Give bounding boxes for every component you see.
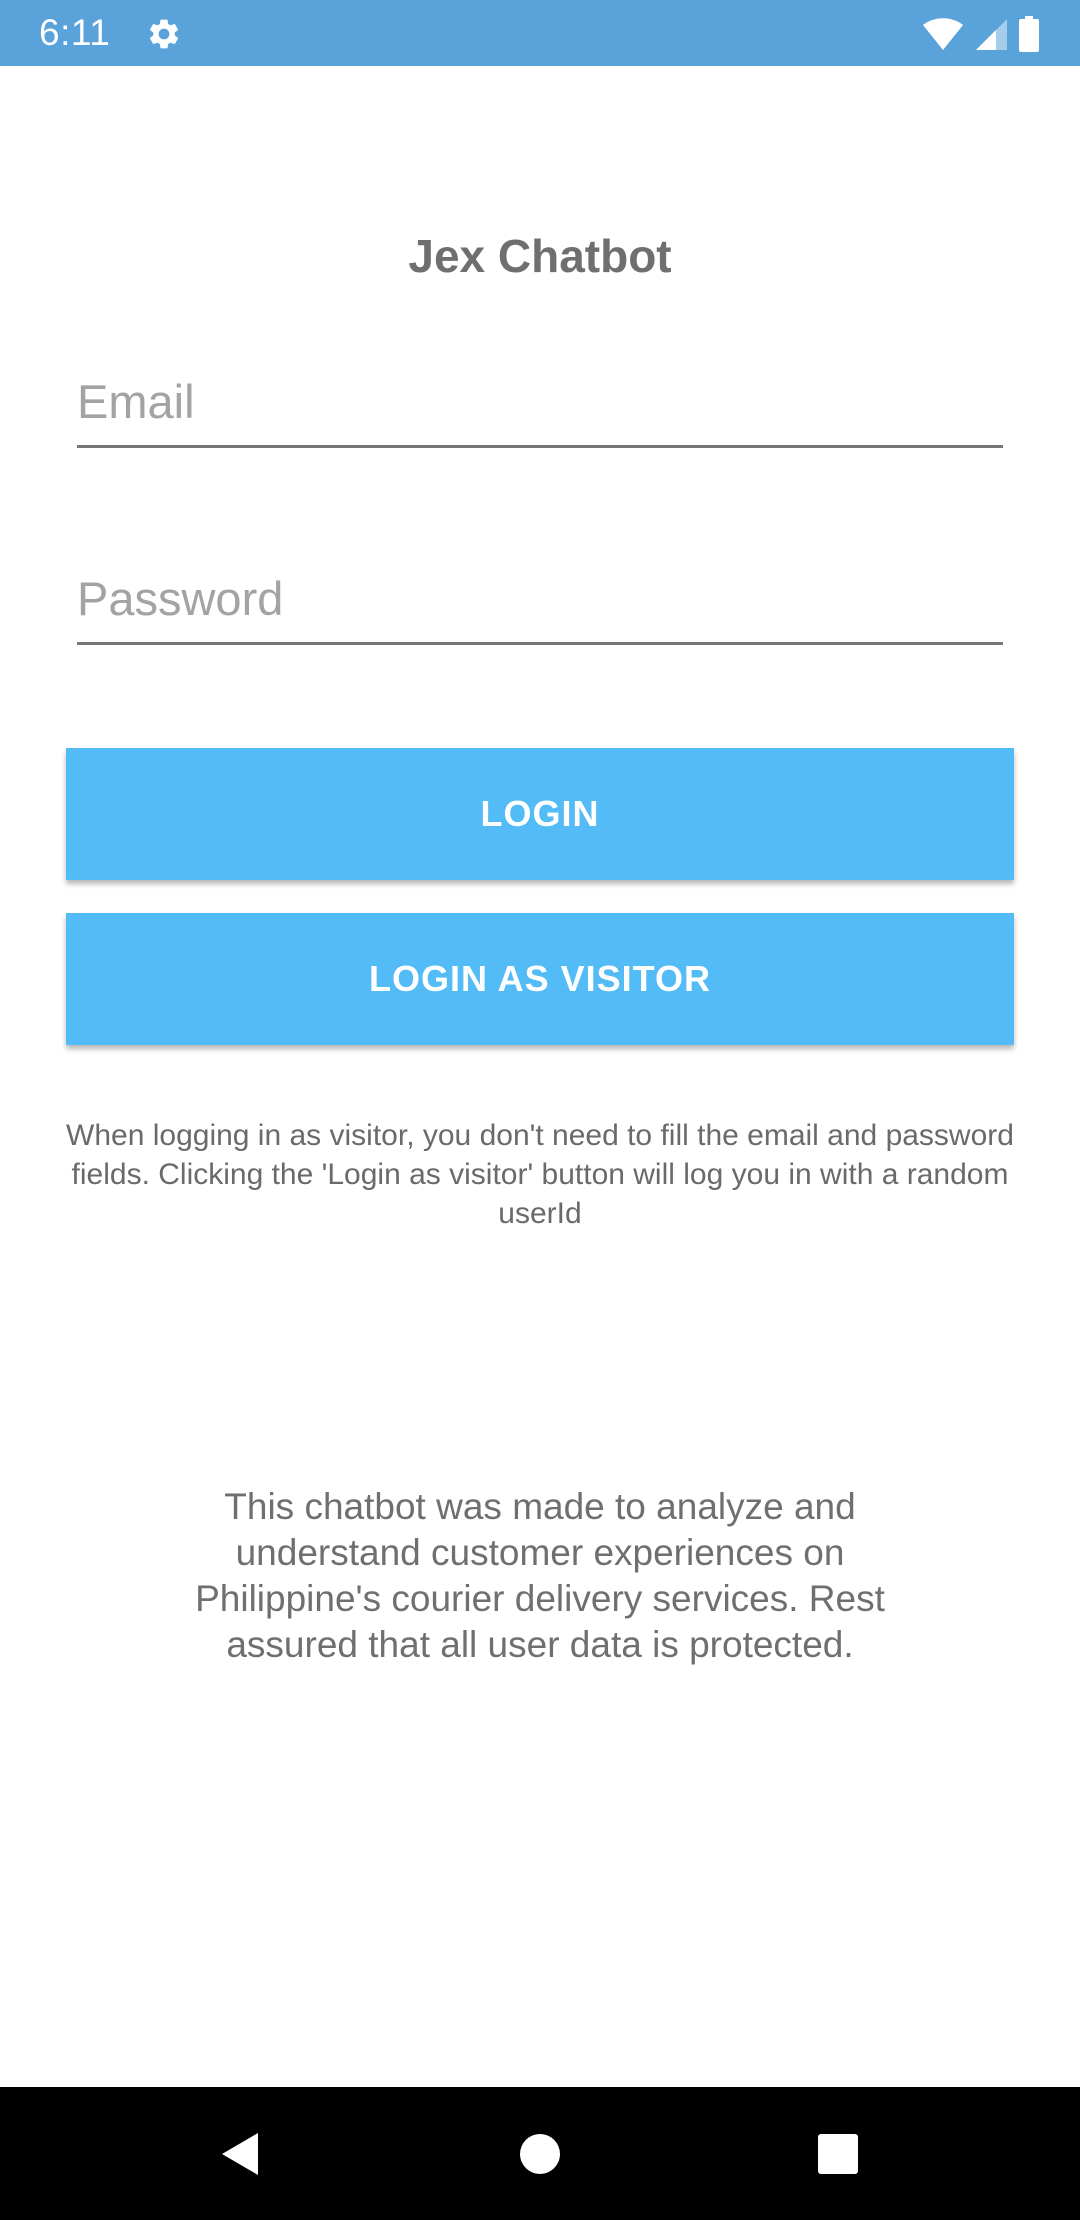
login-screen: 6:11 Jex Chatbot Email LOGIN LOGIN AS VI… xyxy=(0,0,1080,2220)
login-as-visitor-button-label: LOGIN AS VISITOR xyxy=(368,958,712,999)
email-field[interactable] xyxy=(77,365,1003,448)
wifi-icon xyxy=(922,17,964,51)
login-button-label: LOGIN xyxy=(480,793,600,834)
app-title: Jex Chatbot xyxy=(408,230,672,282)
status-bar: 6:11 xyxy=(0,0,1080,66)
home-icon[interactable] xyxy=(460,2087,620,2220)
login-as-visitor-button[interactable]: LOGIN AS VISITOR xyxy=(66,913,1014,1045)
status-time: 6:11 xyxy=(39,12,111,53)
navigation-bar xyxy=(0,2087,1080,2220)
battery-icon xyxy=(1018,16,1040,52)
status-icons xyxy=(922,14,1040,54)
password-field[interactable] xyxy=(77,562,1003,645)
about-text: This chatbot was made to analyze and und… xyxy=(195,1486,885,1665)
back-icon[interactable] xyxy=(160,2087,320,2220)
cellular-signal-icon xyxy=(974,17,1008,51)
gear-icon xyxy=(146,16,182,52)
recents-icon[interactable] xyxy=(758,2087,918,2220)
login-button[interactable]: LOGIN xyxy=(66,748,1014,880)
visitor-login-note: When logging in as visitor, you don't ne… xyxy=(66,1119,1014,1230)
